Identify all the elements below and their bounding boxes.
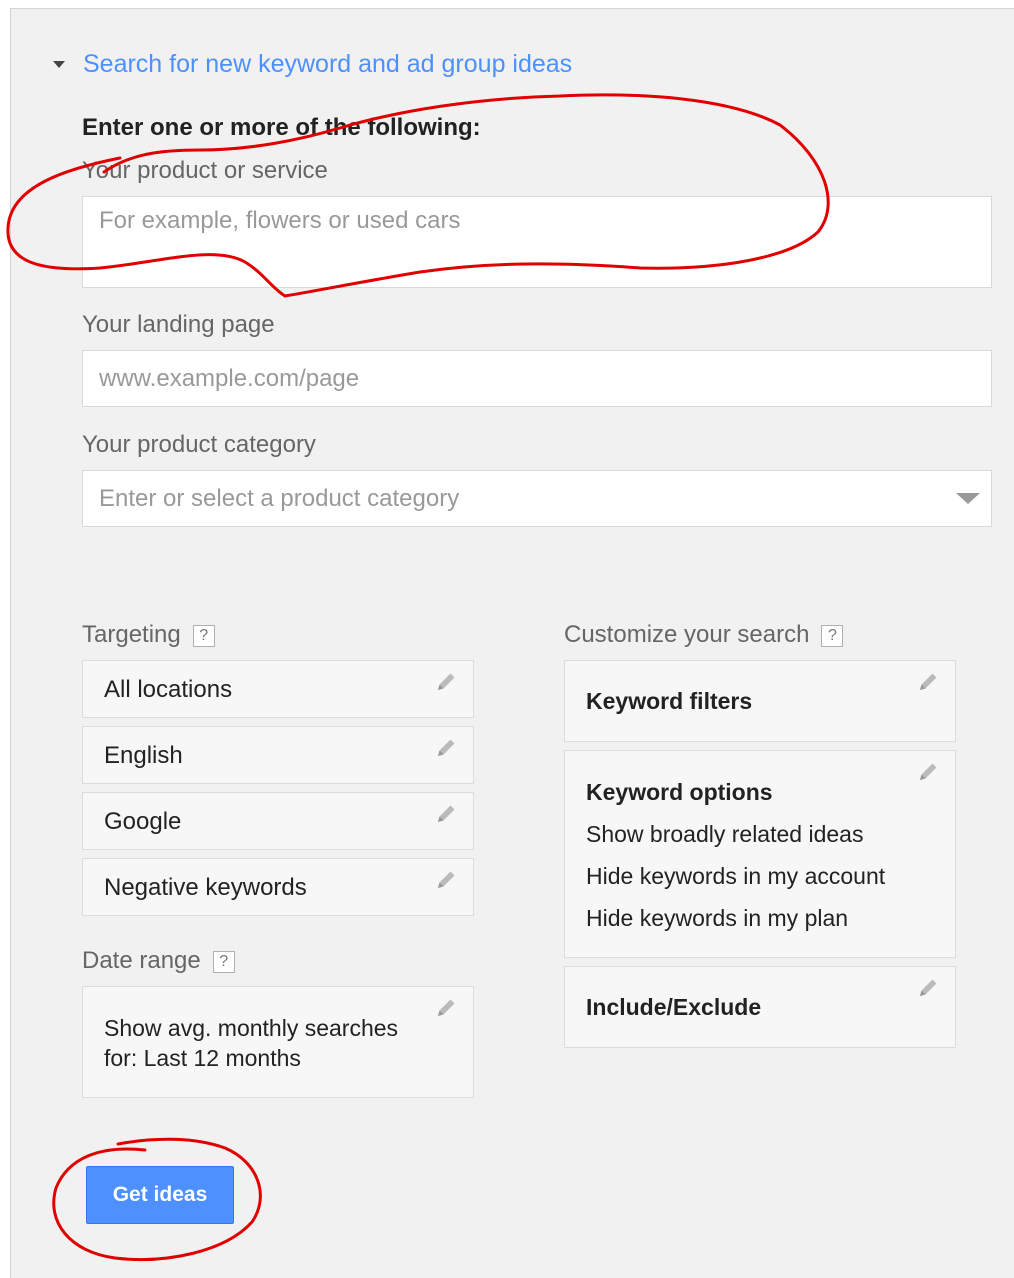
targeting-locations-text: All locations xyxy=(104,676,233,703)
category-select[interactable] xyxy=(82,470,992,527)
keyword-options-card[interactable]: Keyword options Show broadly related ide… xyxy=(564,750,956,958)
pencil-icon[interactable] xyxy=(915,975,941,1001)
pencil-icon[interactable] xyxy=(433,669,459,695)
caret-down-icon xyxy=(53,61,65,68)
targeting-language-text: English xyxy=(104,742,183,769)
date-range-label-text: Date range xyxy=(82,947,201,974)
date-range-card[interactable]: Show avg. monthly searches for: Last 12 … xyxy=(82,986,474,1098)
date-range-label: Date range? xyxy=(82,947,235,975)
pencil-icon[interactable] xyxy=(433,801,459,827)
keyword-options-title: Keyword options xyxy=(586,779,773,805)
get-ideas-button[interactable]: Get ideas xyxy=(86,1166,234,1224)
customize-label-text: Customize your search xyxy=(564,621,810,648)
targeting-locations-card[interactable]: All locations xyxy=(82,660,474,718)
targeting-negative-keywords-text: Negative keywords xyxy=(104,874,307,901)
targeting-network-text: Google xyxy=(104,808,182,835)
keyword-filters-card[interactable]: Keyword filters xyxy=(564,660,956,742)
product-label: Your product or service xyxy=(82,157,328,184)
dropdown-arrow-icon[interactable] xyxy=(956,493,980,504)
customize-label: Customize your search? xyxy=(564,621,844,649)
section-title[interactable]: Search for new keyword and ad group idea… xyxy=(83,50,572,79)
category-label: Your product category xyxy=(82,431,316,458)
landing-page-input[interactable] xyxy=(82,350,992,407)
keyword-option-line: Hide keywords in my plan xyxy=(586,905,849,931)
pencil-icon[interactable] xyxy=(915,669,941,695)
pencil-icon[interactable] xyxy=(433,995,459,1021)
landing-page-label: Your landing page xyxy=(82,311,275,338)
targeting-network-card[interactable]: Google xyxy=(82,792,474,850)
pencil-icon[interactable] xyxy=(433,735,459,761)
section-toggle[interactable]: Search for new keyword and ad group idea… xyxy=(53,50,572,79)
date-range-line2: for: Last 12 months xyxy=(104,1045,301,1071)
help-icon[interactable]: ? xyxy=(821,624,844,647)
include-exclude-title: Include/Exclude xyxy=(586,994,762,1020)
form-heading: Enter one or more of the following: xyxy=(82,114,481,141)
keyword-option-line: Hide keywords in my account xyxy=(586,863,886,889)
help-icon[interactable]: ? xyxy=(212,950,235,973)
include-exclude-card[interactable]: Include/Exclude xyxy=(564,966,956,1048)
targeting-language-card[interactable]: English xyxy=(82,726,474,784)
targeting-label: Targeting? xyxy=(82,621,215,649)
pencil-icon[interactable] xyxy=(433,867,459,893)
help-icon[interactable]: ? xyxy=(192,624,215,647)
date-range-line1: Show avg. monthly searches xyxy=(104,1015,399,1041)
pencil-icon[interactable] xyxy=(915,759,941,785)
targeting-label-text: Targeting xyxy=(82,621,181,648)
targeting-negative-keywords-card[interactable]: Negative keywords xyxy=(82,858,474,916)
keyword-filters-title: Keyword filters xyxy=(586,688,753,714)
keyword-option-line: Show broadly related ideas xyxy=(586,821,864,847)
product-input[interactable] xyxy=(82,196,992,288)
